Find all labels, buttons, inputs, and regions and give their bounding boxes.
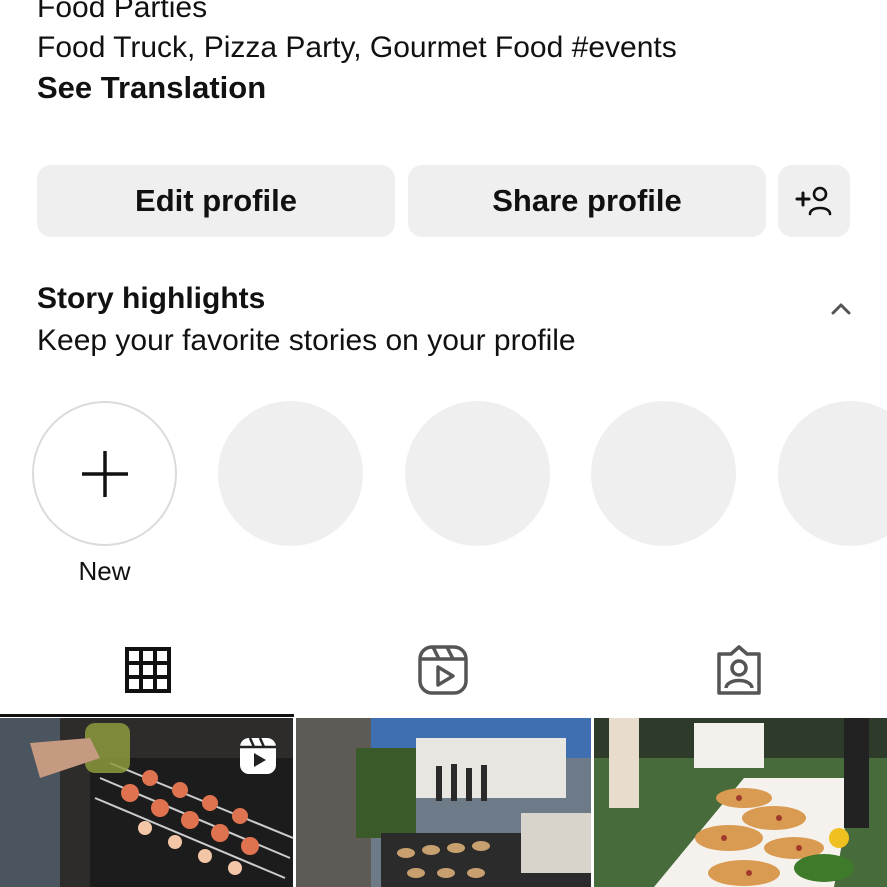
post-thumbnail[interactable] (594, 718, 887, 887)
chevron-up-icon[interactable] (828, 298, 854, 318)
bio-description: Food Truck, Pizza Party, Gourmet Food #e… (37, 31, 677, 64)
tab-posts-grid[interactable] (118, 640, 178, 700)
story-highlights-subtitle: Keep your favorite stories on your profi… (37, 324, 576, 357)
reel-badge-icon (240, 737, 276, 774)
highlight-placeholder (591, 401, 736, 546)
share-profile-button[interactable]: Share profile (408, 165, 766, 237)
discover-people-button[interactable] (778, 165, 850, 237)
grid-icon (125, 647, 171, 693)
add-person-icon (795, 186, 832, 216)
pizza-buffet-photo (594, 718, 887, 887)
reels-icon (418, 645, 468, 695)
new-highlight-label: New (78, 556, 131, 586)
selected-tab-indicator (0, 714, 294, 717)
story-highlights-title: Story highlights (37, 282, 266, 315)
tab-reels[interactable] (413, 640, 473, 700)
post-thumbnail[interactable] (0, 718, 293, 887)
see-translation-link[interactable]: See Translation (37, 68, 266, 108)
bio: Food Parties Food Truck, Pizza Party, Go… (37, 0, 857, 68)
edit-profile-button[interactable]: Edit profile (37, 165, 395, 237)
tagged-icon (717, 645, 761, 695)
tab-tagged[interactable] (709, 640, 769, 700)
highlight-placeholder (778, 401, 887, 546)
highlight-placeholder (405, 401, 550, 546)
plus-icon (81, 450, 128, 497)
bio-category: Food Parties (37, 0, 208, 24)
grill-party-photo (296, 718, 591, 887)
highlight-placeholder (218, 401, 363, 546)
post-thumbnail[interactable] (296, 718, 591, 887)
new-highlight-button[interactable] (32, 401, 177, 546)
